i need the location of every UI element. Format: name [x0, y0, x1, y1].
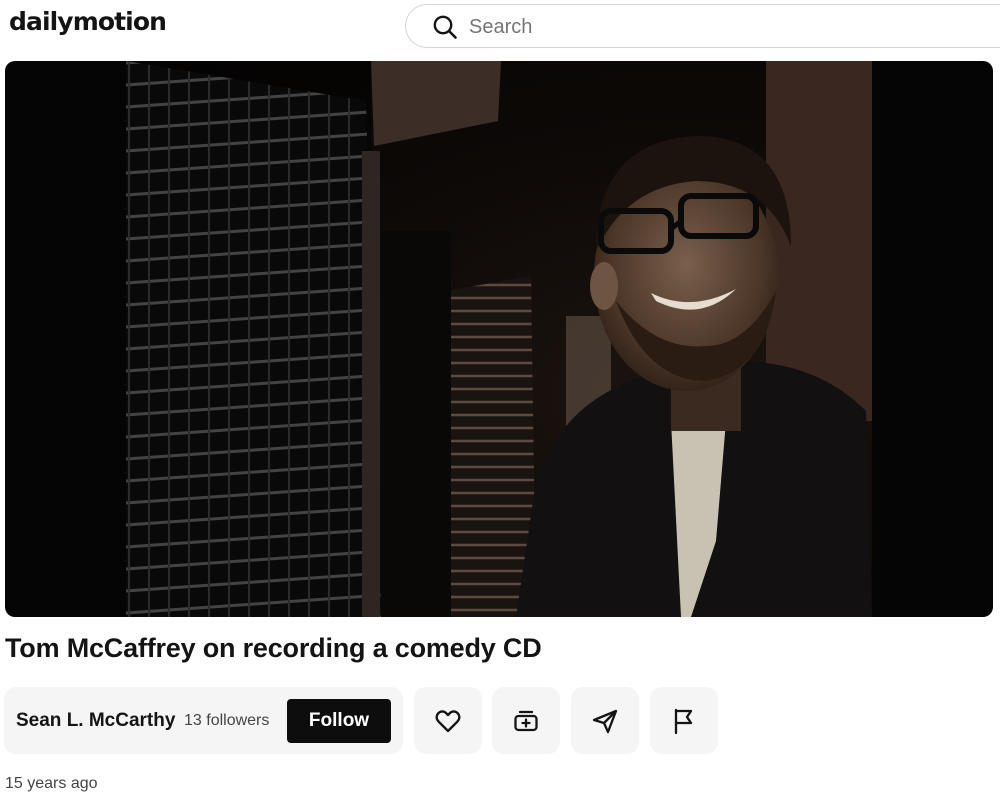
- channel-name[interactable]: Sean L. McCarthy: [16, 710, 175, 732]
- search-input[interactable]: [469, 16, 869, 39]
- heart-icon: [435, 709, 461, 732]
- video-frame: [126, 61, 872, 617]
- search-icon: [433, 15, 457, 39]
- video-title: Tom McCaffrey on recording a comedy CD: [5, 633, 542, 663]
- report-button[interactable]: [650, 687, 718, 754]
- share-button[interactable]: [571, 687, 639, 754]
- follow-button[interactable]: Follow: [287, 699, 391, 743]
- video-player[interactable]: [5, 61, 993, 617]
- dailymotion-logo[interactable]: dailymotion: [9, 7, 167, 36]
- video-still: [126, 61, 872, 617]
- playlist-add-icon: [514, 710, 538, 731]
- posted-date: 15 years ago: [5, 775, 98, 792]
- flag-icon: [674, 708, 693, 734]
- channel-card: Sean L. McCarthy 13 followers Follow: [4, 687, 403, 754]
- follower-count: 13 followers: [184, 712, 270, 729]
- add-to-playlist-button[interactable]: [492, 687, 560, 754]
- send-icon: [592, 709, 618, 733]
- like-button[interactable]: [414, 687, 482, 754]
- search-bar[interactable]: [405, 4, 1000, 48]
